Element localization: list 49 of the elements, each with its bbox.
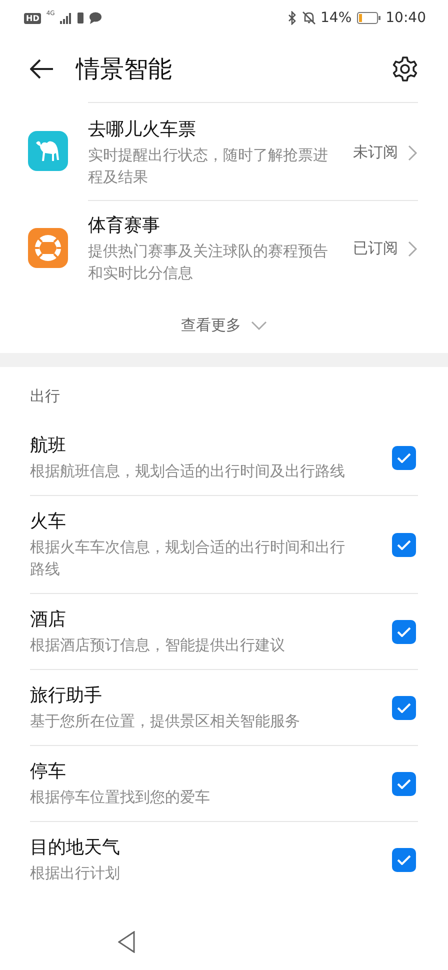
signal-icon [60,12,72,24]
setting-title: 旅行助手 [30,684,103,707]
bluetooth-icon [288,11,297,25]
camel-icon [28,131,68,171]
checkmark-icon [397,452,411,462]
setting-description: 根据火车车次信息，规划合适的出行时间和出行路线 [30,537,346,580]
setting-title: 停车 [30,760,67,783]
subscription-status: 已订阅 [353,239,398,258]
checkbox[interactable] [392,620,416,644]
service-title: 去哪儿火车票 [88,118,197,141]
checkmark-icon [397,854,411,864]
checkmark-icon [397,778,411,788]
clock: 10:40 [386,10,426,26]
settings-icon[interactable] [392,56,418,82]
hd-badge: HD [24,12,42,24]
setting-description: 根据航班信息，规划合适的出行时间及出行路线 [30,461,346,482]
chevron-right-icon[interactable] [408,240,418,256]
see-more-button[interactable]: 查看更多 [181,316,267,335]
setting-description: 基于您所在位置，提供景区相关智能服务 [30,711,301,732]
setting-description: 根据酒店预订信息，智能提供出行建议 [30,635,286,656]
bell-off-icon [302,11,316,25]
checkbox[interactable] [392,848,416,872]
checkmark-icon [397,702,411,712]
checkmark-icon [397,540,411,550]
subscription-status: 未订阅 [353,143,398,162]
battery-icon [356,12,381,24]
setting-title: 目的地天气 [30,836,121,859]
service-title: 体育赛事 [88,214,161,237]
page-title: 情景智能 [76,54,173,85]
sim-icon [76,12,84,24]
service-description: 提供热门赛事及关注球队的赛程预告和实时比分信息 [88,241,329,284]
setting-title: 酒店 [30,608,67,631]
chevron-down-icon [251,321,267,330]
checkbox[interactable] [392,532,416,556]
battery-percent: 14% [320,10,352,26]
chevron-right-icon[interactable] [408,144,418,160]
setting-title: 航班 [30,434,67,457]
back-nav-icon[interactable] [118,931,136,953]
setting-description: 根据停车位置找到您的爱车 [30,787,211,808]
checkbox[interactable] [392,772,416,796]
chat-icon [88,12,102,24]
checkbox[interactable] [392,696,416,720]
checkmark-icon [397,626,411,636]
back-arrow-icon[interactable] [30,59,54,79]
checkbox[interactable] [392,446,416,470]
section-title: 出行 [29,386,61,407]
setting-title: 火车 [30,510,67,533]
setting-description: 根据出行计划 [30,863,121,884]
service-description: 实时提醒出行状态，随时了解抢票进程及结果 [88,145,329,188]
